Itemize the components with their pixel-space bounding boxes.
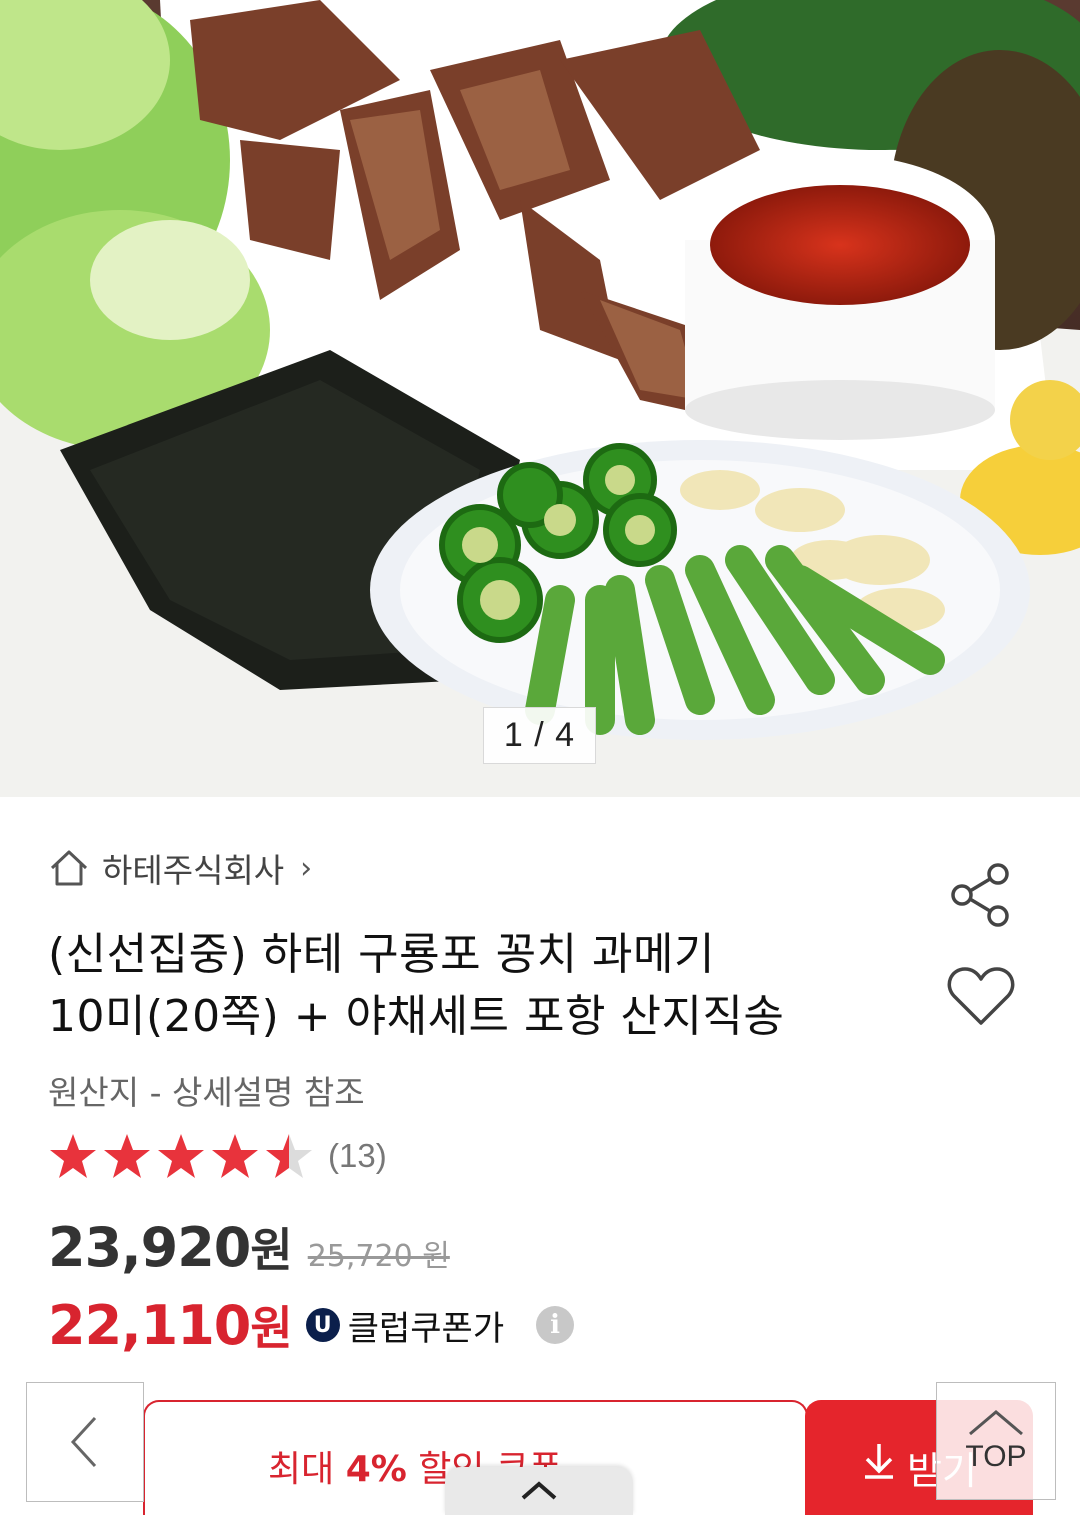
origin-info: 원산지 - 상세설명 참조 (48, 1073, 365, 1112)
scroll-top-button[interactable]: TOP (936, 1382, 1056, 1500)
original-price: 25,720 원 (307, 1239, 450, 1274)
star-icon (266, 1134, 312, 1178)
expand-handle[interactable] (445, 1467, 633, 1515)
club-coupon-price-row: 22,110원 U 클럽쿠폰가 i (48, 1290, 575, 1360)
sale-price: 23,920원 (48, 1216, 293, 1279)
home-icon (50, 850, 88, 886)
top-label: TOP (965, 1440, 1027, 1473)
heart-icon (947, 967, 1015, 1025)
product-photo (0, 0, 1080, 797)
star-icon (158, 1134, 204, 1178)
product-title-line-1: (신선집중) 하테 구룡포 꽁치 과메기 (48, 929, 715, 980)
chevron-left-icon (70, 1416, 97, 1468)
wishlist-button[interactable] (946, 965, 1016, 1029)
share-button[interactable] (948, 862, 1014, 928)
club-coupon-label: 클럽쿠폰가 (347, 1308, 505, 1349)
star-rating (48, 1132, 314, 1180)
info-icon[interactable]: i (536, 1306, 575, 1344)
star-icon (104, 1134, 150, 1178)
coupon-price: 22,110원 (48, 1294, 293, 1357)
seller-name: 하테주식회사 (102, 851, 285, 890)
product-title: (신선집중) 하테 구룡포 꽁치 과메기 10미(20쪽) + 야채세트 포항 … (48, 924, 908, 1048)
chevron-right-icon: › (300, 850, 313, 886)
product-image-carousel[interactable]: 1 / 4 (0, 0, 1080, 797)
chevron-up-icon (969, 1410, 1023, 1436)
image-counter: 1 / 4 (483, 707, 596, 764)
rating[interactable]: (13) (48, 1130, 387, 1182)
price-row: 23,920원 25,720 원 (48, 1214, 450, 1284)
chevron-up-icon (521, 1481, 557, 1500)
seller-link[interactable]: 하테주식회사 › (48, 845, 312, 891)
share-icon (951, 863, 1009, 927)
star-icon (50, 1134, 96, 1178)
club-u-badge-icon: U (305, 1308, 340, 1342)
product-title-line-2: 10미(20쪽) + 야채세트 포항 산지직송 (48, 991, 785, 1042)
download-arrow-icon (865, 1444, 893, 1479)
review-count: (13) (328, 1137, 387, 1174)
back-button[interactable] (26, 1382, 144, 1502)
star-icon (212, 1134, 258, 1178)
